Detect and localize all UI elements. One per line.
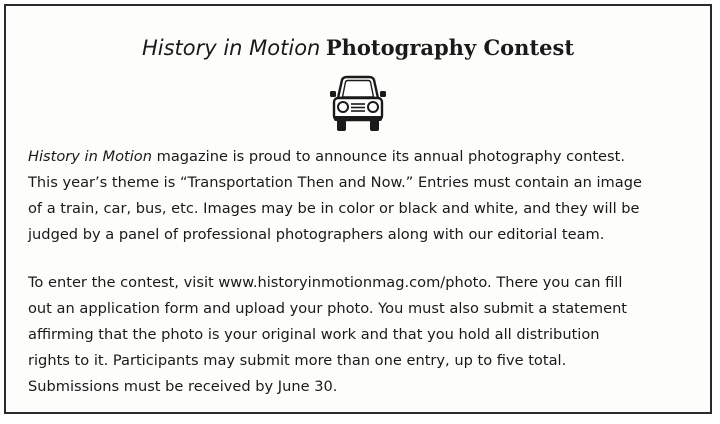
- instructions-line-3: affirming that the photo is your origina…: [28, 326, 600, 343]
- announcement-line-1-text: magazine is proud to announce its annual…: [151, 148, 625, 165]
- magazine-title: History in Motion: [141, 36, 321, 60]
- announcement-line-3: of a train, car, bus, etc. Images may be…: [28, 200, 640, 217]
- announcement-line-1: History in Motion magazine is proud to a…: [28, 144, 708, 170]
- car-front-icon: [330, 75, 386, 131]
- announcement-paragraph: History in Motion magazine is proud to a…: [28, 144, 708, 248]
- instructions-line-5: Submissions must be received by June 30.: [28, 378, 338, 395]
- entry-instructions-paragraph: To enter the contest, visit www.historyi…: [28, 270, 708, 400]
- contest-notice: History in Motion Photography Contest Hi…: [4, 4, 712, 414]
- announcement-line-2: This year’s theme is “Transportation The…: [28, 174, 642, 191]
- magazine-name: History in Motion: [28, 148, 152, 165]
- instructions-line-1: To enter the contest, visit www.historyi…: [28, 274, 623, 291]
- notice-title: History in Motion Photography Contest: [6, 34, 710, 62]
- instructions-line-2: out an application form and upload your …: [28, 300, 628, 317]
- announcement-line-4: judged by a panel of professional photog…: [28, 226, 605, 243]
- instructions-line-4: rights to it. Participants may submit mo…: [28, 352, 567, 369]
- contest-title: Photography Contest: [325, 35, 575, 60]
